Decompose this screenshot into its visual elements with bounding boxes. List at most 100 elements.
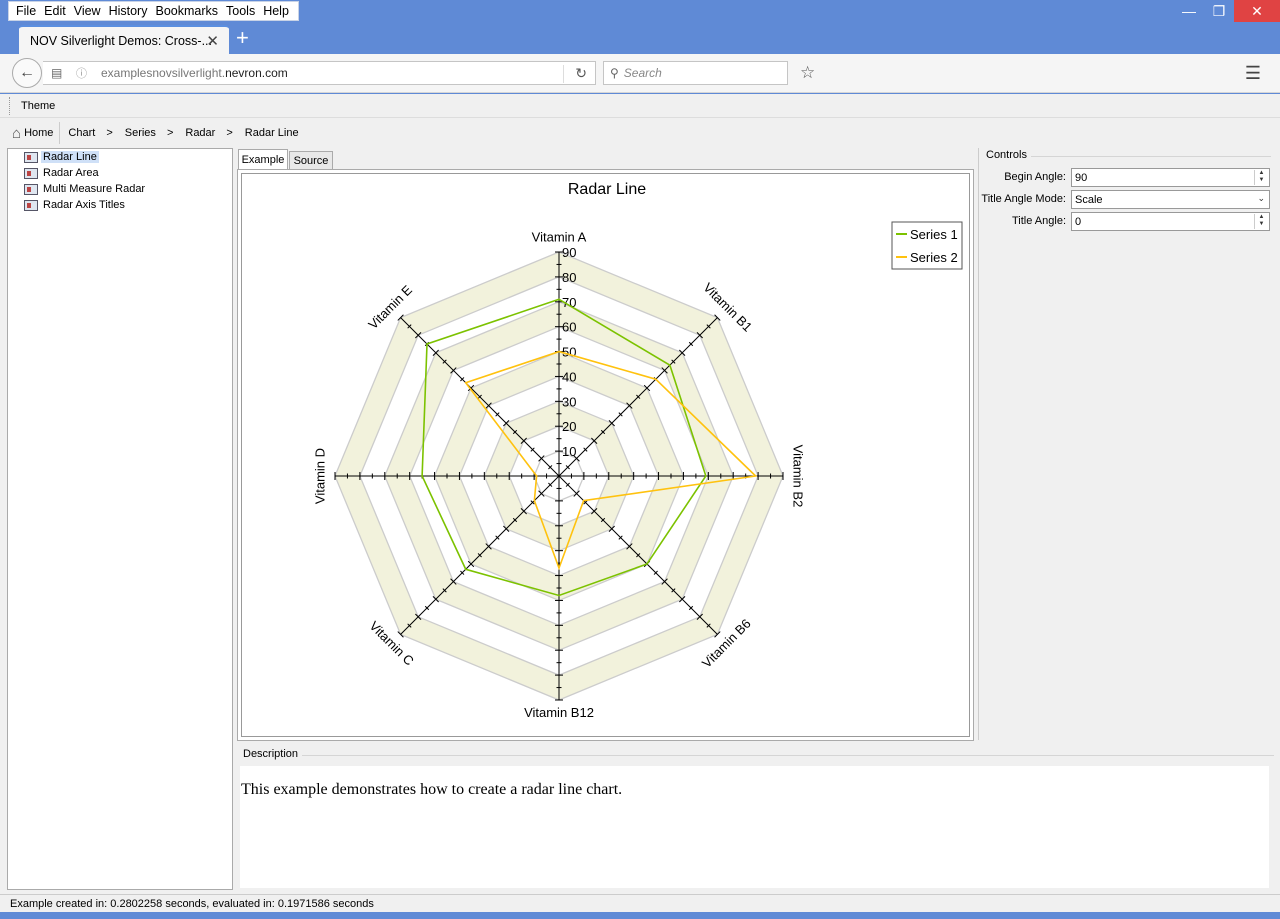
tree-item-multi-measure-radar[interactable]: Multi Measure Radar bbox=[24, 182, 147, 196]
theme-menu[interactable]: Theme bbox=[21, 100, 55, 112]
scale-tick-label: 80 bbox=[562, 270, 576, 285]
description-divider bbox=[302, 755, 1274, 756]
minimize-icon[interactable]: — bbox=[1174, 0, 1204, 22]
tree-item-label: Radar Axis Titles bbox=[43, 199, 125, 211]
breadcrumb-radar[interactable]: Radar bbox=[185, 127, 215, 139]
begin-angle-value: 90 bbox=[1075, 171, 1088, 184]
tree-item-radar-line[interactable]: Radar Line bbox=[24, 150, 99, 164]
chevron-down-icon: ⌄ bbox=[1257, 193, 1265, 203]
home-label: Home bbox=[24, 127, 54, 139]
menu-tools[interactable]: Tools bbox=[226, 4, 255, 18]
category-label: Vitamin D bbox=[313, 448, 328, 504]
search-input[interactable]: ⚲ Search bbox=[603, 61, 788, 85]
chart-title: Radar Line bbox=[568, 181, 646, 198]
radar-chart: 102030405060708090Vitamin AVitamin B1Vit… bbox=[313, 181, 963, 720]
browser-tab-active[interactable]: NOV Silverlight Demos: Cross-... ✕ bbox=[19, 25, 229, 54]
title-angle-label: Title Angle: bbox=[1011, 215, 1066, 227]
legend-label: Series 2 bbox=[910, 250, 958, 265]
spinner-arrows-icon[interactable]: ▲ ▼ bbox=[1254, 214, 1268, 229]
scale-tick-label: 40 bbox=[562, 369, 576, 384]
info-icon[interactable]: ⓘ bbox=[76, 65, 87, 81]
category-label: Vitamin B2 bbox=[790, 445, 805, 508]
breadcrumb-separator: > bbox=[106, 127, 113, 139]
browser-tab-title: NOV Silverlight Demos: Cross-... bbox=[30, 33, 212, 48]
breadcrumb: ⌂ Home Chart > Series > Radar > Radar Li… bbox=[0, 120, 1280, 146]
tree-item-label: Multi Measure Radar bbox=[43, 183, 146, 195]
status-text: Example created in: 0.2802258 seconds, e… bbox=[10, 898, 374, 910]
window-controls: — ❐ ✕ bbox=[1174, 0, 1280, 22]
menu-bar: File Edit View History Bookmarks Tools H… bbox=[8, 1, 299, 21]
chart-panel: 10 20 30 40 50 60 70 80 90 Vitamin A Vitamin B1 Vit… bbox=[241, 173, 970, 737]
begin-angle-label: Begin Angle: bbox=[1004, 171, 1066, 183]
scale-tick-label: 20 bbox=[562, 419, 576, 434]
menu-help[interactable]: Help bbox=[263, 4, 289, 18]
controls-panel: Controls Begin Angle: 90 ▲ ▼ Title Angle … bbox=[978, 148, 1274, 740]
breadcrumb-series[interactable]: Series bbox=[125, 127, 156, 139]
scale-tick-label: 90 bbox=[562, 245, 576, 260]
tab-close-icon[interactable]: ✕ bbox=[206, 32, 219, 50]
example-icon bbox=[24, 183, 38, 195]
examples-tree: Radar Line Radar Area Multi Measure Rada… bbox=[7, 148, 233, 890]
window-bottom-border bbox=[0, 912, 1280, 919]
reload-icon[interactable]: ↻ bbox=[575, 65, 587, 82]
tab-bar: NOV Silverlight Demos: Cross-... ✕ + bbox=[0, 22, 1280, 54]
example-icon bbox=[24, 199, 38, 211]
title-angle-mode-value: Scale bbox=[1075, 193, 1103, 206]
navigation-bar: ▤ ⓘ examplesnovsilverlight.nevron.com ↻ … bbox=[0, 54, 1280, 93]
title-angle-mode-label: Title Angle Mode: bbox=[981, 193, 1066, 205]
legend-label: Series 1 bbox=[910, 227, 958, 242]
home-button[interactable]: ⌂ Home bbox=[0, 122, 61, 144]
description-box: This example demonstrates how to create … bbox=[240, 766, 1269, 888]
tree-item-radar-area[interactable]: Radar Area bbox=[24, 166, 101, 180]
example-icon bbox=[24, 167, 38, 179]
close-window-icon[interactable]: ✕ bbox=[1234, 0, 1280, 22]
menu-file[interactable]: File bbox=[16, 4, 36, 18]
breadcrumb-chart[interactable]: Chart bbox=[68, 127, 95, 139]
controls-title: Controls bbox=[986, 149, 1027, 161]
search-icon: ⚲ bbox=[610, 66, 619, 80]
back-arrow-icon: ← bbox=[19, 64, 35, 81]
tab-example[interactable]: Example bbox=[238, 149, 288, 170]
app-area: Theme ⌂ Home Chart > Series > Radar > Ra… bbox=[0, 94, 1280, 919]
menu-bookmarks[interactable]: Bookmarks bbox=[155, 4, 218, 18]
tree-item-label: Radar Line bbox=[41, 151, 99, 163]
tab-source[interactable]: Source bbox=[289, 151, 333, 170]
home-icon: ⌂ bbox=[12, 124, 22, 142]
menu-history[interactable]: History bbox=[109, 4, 148, 18]
description-title: Description bbox=[243, 748, 299, 760]
breadcrumb-radar-line[interactable]: Radar Line bbox=[245, 127, 299, 139]
controls-divider bbox=[1031, 156, 1271, 157]
scale-tick-label: 30 bbox=[562, 394, 576, 409]
back-button[interactable]: ← bbox=[12, 58, 42, 88]
status-bar: Example created in: 0.2802258 seconds, e… bbox=[0, 894, 1280, 913]
scale-tick-label: 50 bbox=[562, 345, 576, 360]
title-angle-mode-select[interactable]: Scale ⌄ bbox=[1071, 190, 1270, 209]
maximize-icon[interactable]: ❐ bbox=[1204, 0, 1234, 22]
scale-tick-label: 10 bbox=[562, 444, 576, 459]
tree-item-label: Radar Area bbox=[43, 167, 99, 179]
tree-item-radar-axis-titles[interactable]: Radar Axis Titles bbox=[24, 198, 127, 212]
breadcrumb-separator: > bbox=[166, 127, 174, 139]
toolbar-grip bbox=[9, 97, 11, 115]
menu-hamburger-icon[interactable]: ☰ bbox=[1245, 63, 1261, 84]
menu-view[interactable]: View bbox=[74, 4, 101, 18]
url-divider bbox=[563, 65, 564, 83]
example-icon bbox=[24, 151, 38, 163]
title-angle-value: 0 bbox=[1075, 215, 1082, 228]
bookmark-star-icon[interactable]: ☆ bbox=[800, 63, 815, 83]
search-placeholder: Search bbox=[623, 66, 662, 80]
title-angle-input[interactable]: 0 ▲ ▼ bbox=[1071, 212, 1270, 231]
category-label: Vitamin A bbox=[532, 230, 587, 245]
menu-edit[interactable]: Edit bbox=[44, 4, 66, 18]
theme-toolbar: Theme bbox=[0, 94, 1280, 118]
url-bar[interactable]: ▤ ⓘ examplesnovsilverlight.nevron.com ↻ bbox=[43, 61, 596, 85]
begin-angle-input[interactable]: 90 ▲ ▼ bbox=[1071, 168, 1270, 187]
scale-tick-label: 60 bbox=[562, 320, 576, 335]
spinner-arrows-icon[interactable]: ▲ ▼ bbox=[1254, 170, 1268, 185]
breadcrumb-separator: > bbox=[226, 127, 233, 139]
description-text: This example demonstrates how to create … bbox=[241, 781, 623, 798]
new-tab-icon[interactable]: + bbox=[236, 27, 249, 49]
page-icon: ▤ bbox=[51, 66, 63, 80]
url-text: examplesnovsilverlight.nevron.com bbox=[101, 66, 288, 80]
chart-frame: 10 20 30 40 50 60 70 80 90 Vitamin A Vitamin B1 Vit… bbox=[237, 169, 974, 741]
